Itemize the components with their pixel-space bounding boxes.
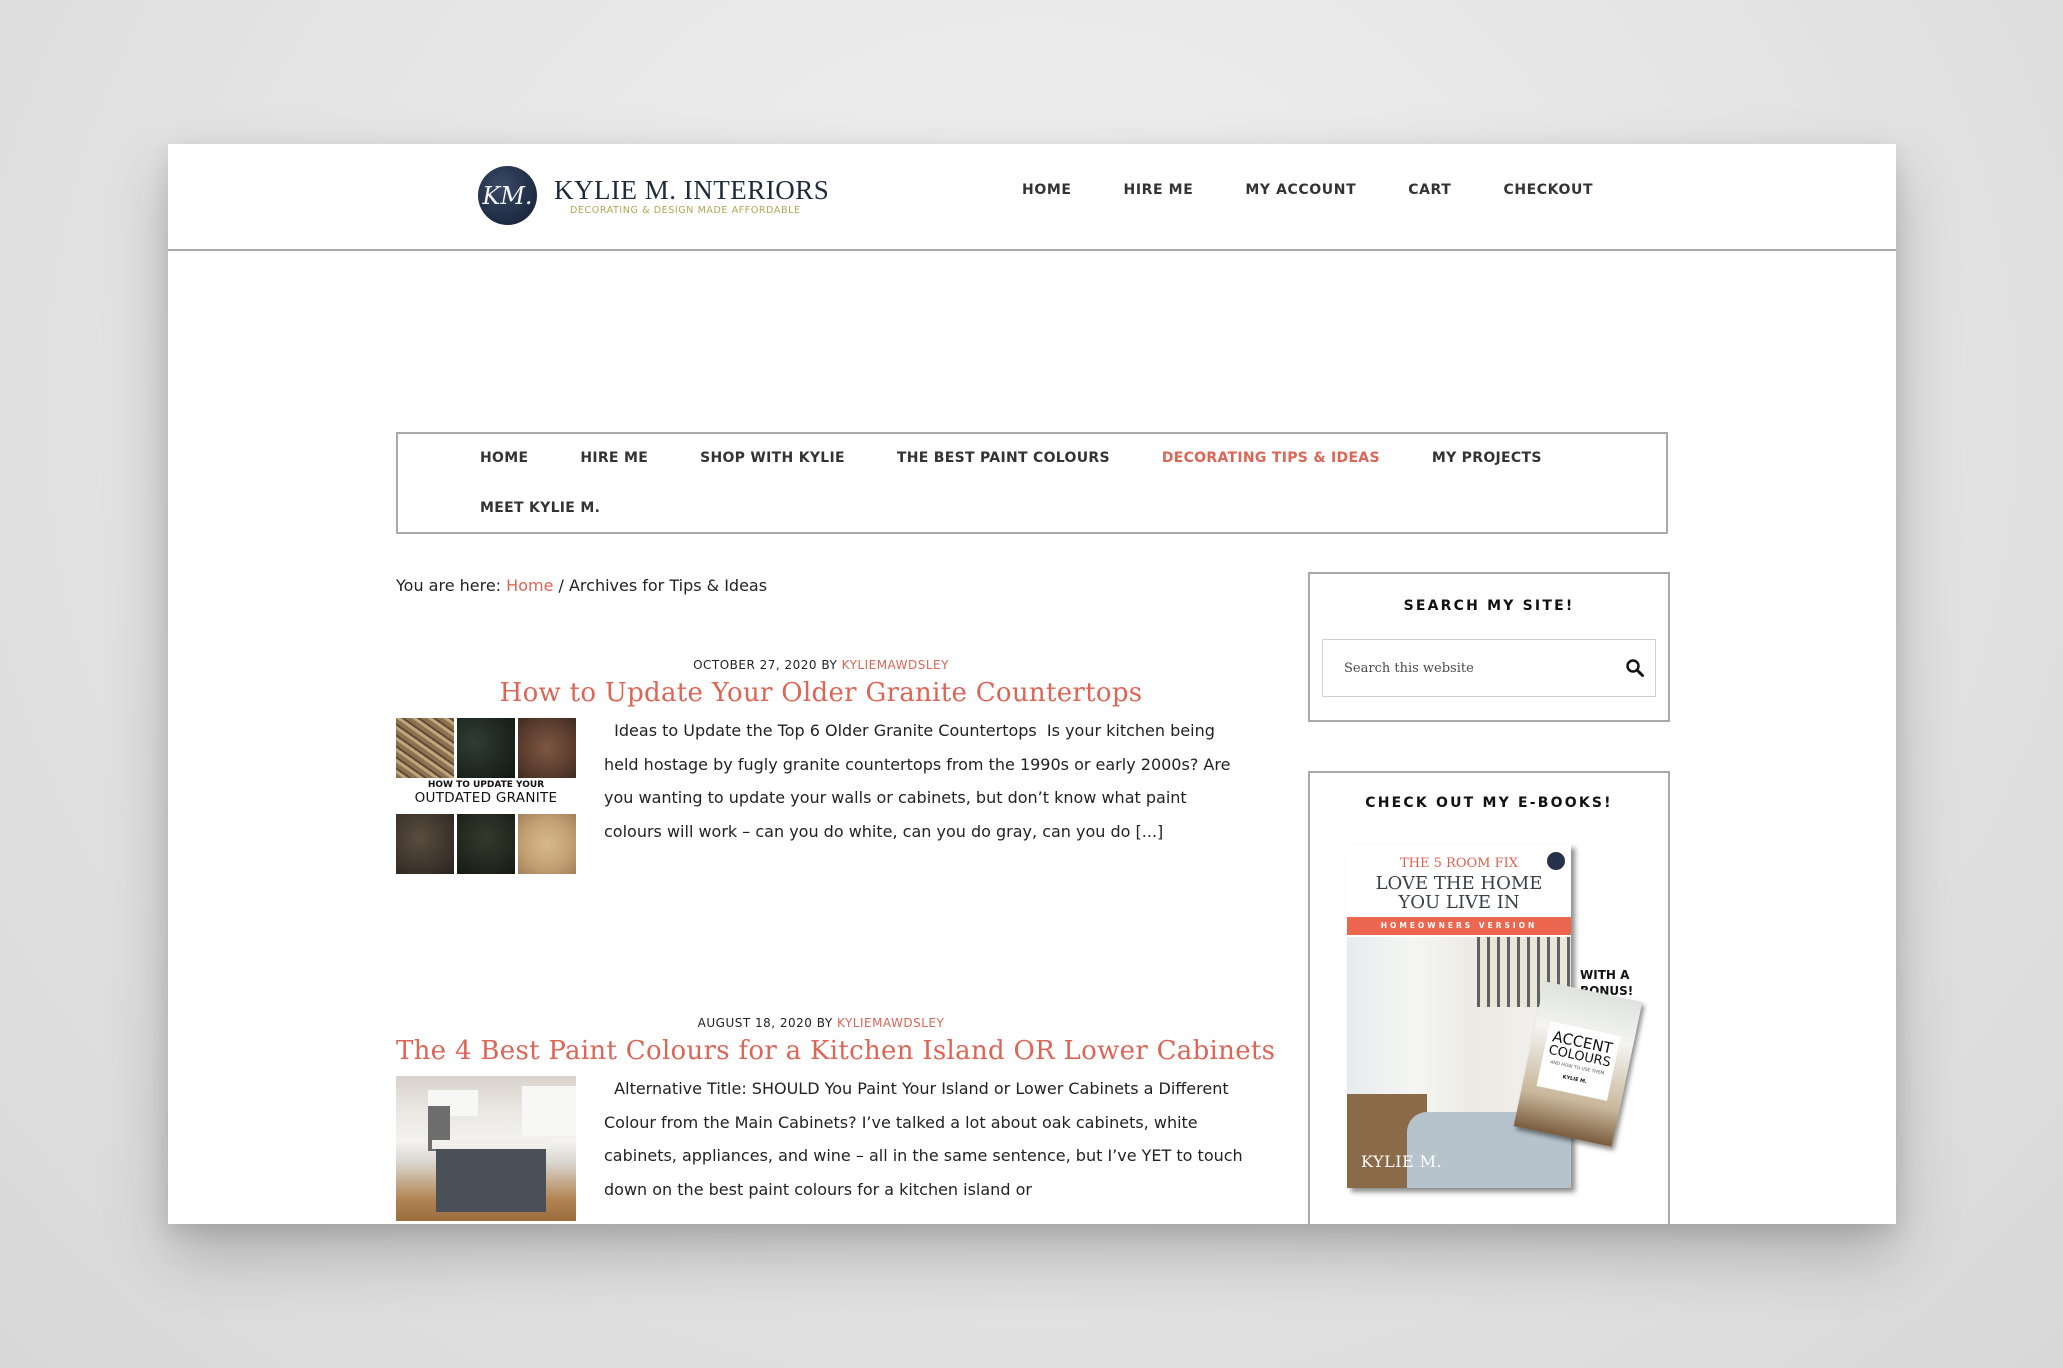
post-meta: AUGUST 18, 2020 BY KYLIEMAWDSLEY [396,1016,1246,1030]
granite-swatch [518,718,576,778]
post-date: AUGUST 18, 2020 [697,1016,813,1030]
search-button[interactable] [1615,648,1655,688]
menu-item-hire-me[interactable]: HIRE ME [580,450,648,466]
granite-swatch [396,718,454,778]
breadcrumb-current: Archives for Tips & Ideas [568,576,768,595]
bonus-label-line: WITH A [1580,968,1630,982]
top-nav: HOME HIRE ME MY ACCOUNT CART CHECKOUT [1022,182,1645,198]
post-byline: BY [812,1016,837,1030]
search-form [1322,639,1656,697]
granite-swatch [457,718,515,778]
kitchen-upper-cabinet [522,1086,576,1136]
granite-tiles-top [396,718,576,778]
ebook-author: KYLIE M. [1361,1152,1443,1171]
primary-menu-row: MEET KYLIE M. [480,500,652,516]
breadcrumb-home-link[interactable]: Home [506,576,553,595]
breadcrumb-separator: / [553,576,569,595]
post-body: HOW TO UPDATE YOUR OUTDATED GRANITE Idea… [396,718,1246,874]
thumbnail-caption-line: OUTDATED GRANITE [414,790,558,806]
ebook-headline: LOVE THE HOME YOU LIVE IN [1347,874,1571,912]
menu-item-my-projects[interactable]: MY PROJECTS [1432,450,1542,466]
search-icon [1626,659,1644,677]
granite-swatch [518,814,576,874]
post-date: OCTOBER 27, 2020 [693,658,818,672]
menu-item-shop-with-kylie[interactable]: SHOP WITH KYLIE [700,450,845,466]
search-widget: SEARCH MY SITE! [1308,572,1670,722]
logo-monogram-icon: KM. [478,166,537,225]
site-logo[interactable]: KM. KYLIE M. INTERIORS DECORATING & DESI… [478,166,829,225]
post-author-link[interactable]: KYLIEMAWDSLEY [842,658,949,672]
ebook-band: HOMEOWNERS VERSION [1347,917,1571,935]
logo-tagline: DECORATING & DESIGN MADE AFFORDABLE [570,204,801,216]
post-title-link[interactable]: How to Update Your Older Granite Counter… [396,678,1246,708]
ebook-logo-icon [1547,852,1565,870]
top-nav-my-account[interactable]: MY ACCOUNT [1245,182,1356,198]
top-nav-cart[interactable]: CART [1408,182,1451,198]
top-nav-home[interactable]: HOME [1022,182,1072,198]
post-thumbnail[interactable]: HOW TO UPDATE YOUR OUTDATED GRANITE [396,718,576,874]
top-nav-hire-me[interactable]: HIRE ME [1124,182,1194,198]
search-input[interactable] [1342,652,1615,684]
thumbnail-caption: HOW TO UPDATE YOUR OUTDATED GRANITE [396,780,576,806]
logo-title: KYLIE M. INTERIORS [554,174,830,205]
post-entry: AUGUST 18, 2020 BY KYLIEMAWDSLEY The 4 B… [396,1016,1275,1221]
granite-tiles-bottom [396,814,576,874]
search-widget-title: SEARCH MY SITE! [1403,598,1575,614]
post-thumbnail[interactable] [396,1076,576,1221]
post-excerpt: Ideas to Update the Top 6 Older Granite … [604,721,1231,841]
post-author-link[interactable]: KYLIEMAWDSLEY [837,1016,944,1030]
primary-menu: HOME HIRE ME SHOP WITH KYLIE THE BEST PA… [396,432,1668,534]
menu-item-decorating-tips[interactable]: DECORATING TIPS & IDEAS [1162,450,1380,466]
menu-item-meet-kylie[interactable]: MEET KYLIE M. [480,500,600,516]
post-excerpt: Alternative Title: SHOULD You Paint Your… [604,1079,1243,1199]
ebook-headline-line: YOU LIVE IN [1398,892,1520,913]
ebook-kicker: THE 5 ROOM FIX [1400,856,1518,871]
thumbnail-caption-line: HOW TO UPDATE YOUR [427,780,545,790]
ebooks-widget: CHECK OUT MY E-BOOKS! THE 5 ROOM FIX LOV… [1308,771,1670,1224]
top-nav-checkout[interactable]: CHECKOUT [1503,182,1593,198]
granite-swatch [457,814,515,874]
post-byline: BY [817,658,842,672]
kitchen-island-top [432,1140,550,1149]
primary-menu-row: HOME HIRE ME SHOP WITH KYLIE THE BEST PA… [480,450,1594,466]
ebooks-widget-title: CHECK OUT MY E-BOOKS! [1365,795,1613,811]
ebook-headline-line: LOVE THE HOME [1375,873,1543,894]
kitchen-island [436,1146,546,1212]
post-body: Alternative Title: SHOULD You Paint Your… [396,1076,1246,1221]
post-meta: OCTOBER 27, 2020 BY KYLIEMAWDSLEY [396,658,1246,672]
menu-item-best-paint-colours[interactable]: THE BEST PAINT COLOURS [897,450,1110,466]
menu-item-home[interactable]: HOME [480,450,528,466]
breadcrumb: You are here: Home / Archives for Tips &… [396,576,767,595]
breadcrumb-prefix: You are here: [396,576,507,595]
bonus-book-title-block: ACCENT COLOURS AND HOW TO USE THEM KYLIE… [1536,1021,1621,1101]
browser-page: KM. KYLIE M. INTERIORS DECORATING & DESI… [168,144,1896,1224]
post-entry: OCTOBER 27, 2020 BY KYLIEMAWDSLEY How to… [396,658,1246,874]
granite-swatch [396,814,454,874]
logo-monogram: KM. [482,181,533,210]
logo-text: KYLIE M. INTERIORS DECORATING & DESIGN M… [554,176,829,216]
site-header: KM. KYLIE M. INTERIORS DECORATING & DESI… [168,144,1896,251]
post-title-link[interactable]: The 4 Best Paint Colours for a Kitchen I… [396,1036,1275,1066]
